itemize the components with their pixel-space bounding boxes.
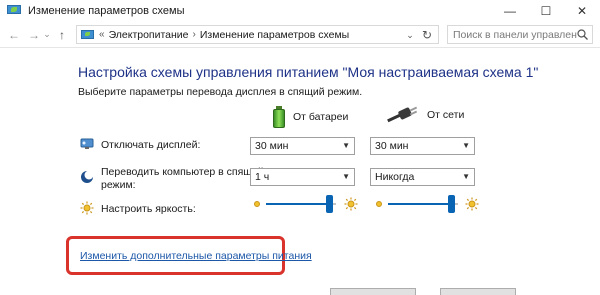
back-arrow-icon[interactable]: ←	[6, 25, 22, 45]
sleep-label-line2: режим:	[101, 179, 136, 191]
brightness-ac-fill	[388, 203, 452, 205]
display-icon	[80, 138, 94, 149]
minimize-button[interactable]: —	[492, 0, 528, 22]
brightness-battery-slider[interactable]	[266, 195, 336, 213]
search-input[interactable]	[453, 26, 577, 43]
battery-icon	[273, 106, 285, 128]
display-off-ac-value: 30 мин	[375, 140, 409, 152]
breadcrumb-separator-icon[interactable]: ›	[193, 29, 196, 40]
window-title: Изменение параметров схемы	[28, 5, 185, 17]
refresh-icon[interactable]: ↻	[420, 27, 434, 43]
battery-column-label: От батареи	[293, 111, 349, 123]
brightness-ac-slider[interactable]	[388, 195, 458, 213]
page-title: Настройка схемы управления питанием "Моя…	[78, 64, 539, 80]
brightness-ac-thumb[interactable]	[448, 195, 455, 213]
sleep-ac-select[interactable]: Никогда ▼	[370, 168, 475, 186]
close-button[interactable]: ✕	[564, 0, 600, 22]
power-options-icon	[7, 5, 21, 17]
display-off-battery-value: 30 мин	[255, 140, 289, 152]
display-off-ac-select[interactable]: 30 мин ▼	[370, 137, 475, 155]
brightness-label: Настроить яркость:	[101, 203, 196, 215]
sleep-moon-icon	[81, 170, 94, 183]
recent-locations-chevron-icon[interactable]: ⌄	[42, 25, 52, 45]
ac-column-label: От сети	[427, 109, 465, 121]
chevron-down-icon: ▼	[342, 141, 350, 150]
sleep-battery-value: 1 ч	[255, 171, 270, 183]
display-off-battery-select[interactable]: 30 мин ▼	[250, 137, 355, 155]
brightness-high-icon	[465, 197, 479, 211]
address-dropdown-icon[interactable]: ⌄	[404, 28, 416, 42]
brightness-low-icon	[376, 201, 382, 207]
navigation-bar: ← → ⌄ ↑ « Электропитание › Изменение пар…	[0, 22, 600, 48]
address-bar[interactable]: « Электропитание › Изменение параметров …	[76, 25, 439, 44]
power-plug-icon	[387, 106, 419, 124]
brightness-sun-icon	[80, 201, 94, 215]
brightness-battery-fill	[266, 203, 330, 205]
search-icon[interactable]	[577, 29, 588, 40]
chevron-down-icon: ▼	[342, 172, 350, 181]
forward-arrow-icon[interactable]: →	[26, 25, 42, 45]
search-box	[447, 25, 593, 44]
breadcrumb-power-options[interactable]: Электропитание	[109, 29, 189, 41]
control-panel-icon	[81, 29, 95, 41]
breadcrumb-edit-plan[interactable]: Изменение параметров схемы	[200, 29, 349, 41]
brightness-low-icon	[254, 201, 260, 207]
sleep-battery-select[interactable]: 1 ч ▼	[250, 168, 355, 186]
chevron-down-icon: ▼	[462, 172, 470, 181]
cancel-button[interactable]	[440, 288, 516, 295]
sleep-ac-value: Никогда	[375, 171, 415, 183]
save-changes-button[interactable]	[330, 288, 416, 295]
display-off-label: Отключать дисплей:	[101, 139, 201, 151]
chevron-down-icon: ▼	[462, 141, 470, 150]
brightness-battery-thumb[interactable]	[326, 195, 333, 213]
maximize-button[interactable]: ☐	[528, 0, 564, 22]
battery-column-header: От батареи	[273, 106, 348, 128]
sleep-label-line1: Переводить компьютер в спящий	[101, 166, 264, 178]
change-advanced-power-settings-link[interactable]: Изменить дополнительные параметры питани…	[80, 250, 312, 262]
up-arrow-icon[interactable]: ↑	[54, 25, 70, 45]
window-controls: — ☐ ✕	[492, 0, 600, 22]
brightness-high-icon	[344, 197, 358, 211]
breadcrumb-overflow[interactable]: «	[99, 29, 105, 40]
page-subtitle: Выберите параметры перевода дисплея в сп…	[78, 86, 363, 98]
ac-column-header: От сети	[387, 106, 464, 124]
title-bar: Изменение параметров схемы — ☐ ✕	[0, 0, 600, 22]
